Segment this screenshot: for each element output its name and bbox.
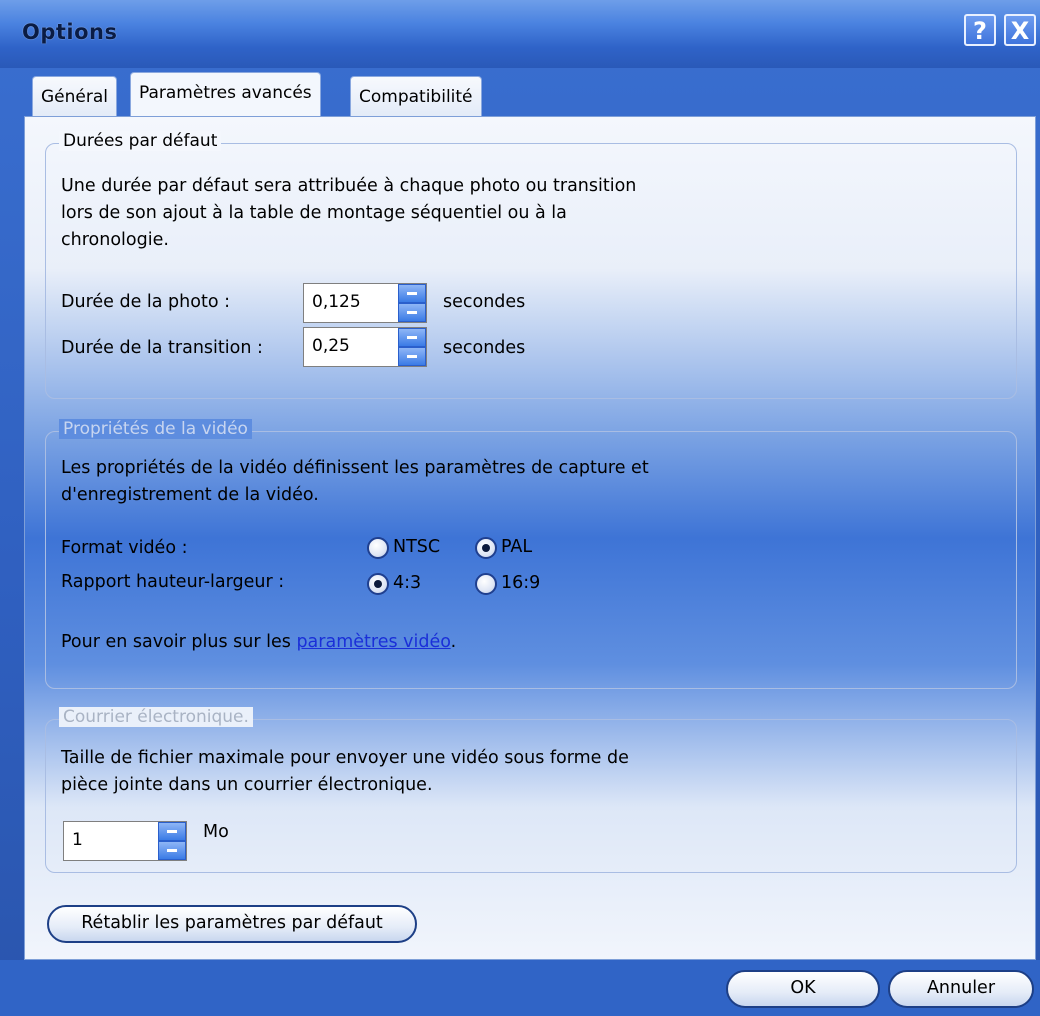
photo-duration-spinner[interactable]: 0,125	[303, 283, 427, 323]
spinner-up-icon[interactable]	[398, 284, 426, 303]
help-button[interactable]: ?	[964, 14, 996, 46]
close-button[interactable]: X	[1004, 14, 1036, 46]
video-desc-line2: d'enregistrement de la vidéo.	[61, 485, 319, 505]
dialog-button-bar: OK Annuler	[0, 960, 1040, 1016]
cancel-button[interactable]: Annuler	[888, 970, 1034, 1008]
transition-duration-label: Durée de la transition :	[61, 338, 263, 358]
tab-panel: Durées par défaut Une durée par défaut s…	[24, 116, 1036, 960]
learn-more-prefix: Pour en savoir plus sur les	[61, 632, 297, 652]
spinner-down-icon[interactable]	[398, 303, 426, 322]
photo-spinner-arrows	[398, 284, 426, 322]
transition-duration-spinner[interactable]: 0,25	[303, 327, 427, 367]
spinner-up-icon[interactable]	[158, 822, 186, 841]
max-size-spinner-arrows	[158, 822, 186, 860]
aspect-ratio-label: Rapport hauteur-largeur :	[61, 572, 285, 592]
max-size-value[interactable]: 1	[72, 830, 83, 850]
ntsc-label[interactable]: NTSC	[393, 537, 440, 557]
transition-spinner-arrows	[398, 328, 426, 366]
ratio-4-3-radio[interactable]	[367, 573, 389, 595]
spinner-down-icon[interactable]	[158, 841, 186, 860]
pal-label[interactable]: PAL	[501, 537, 532, 557]
video-settings-link[interactable]: paramètres vidéo	[296, 632, 450, 652]
video-format-label: Format vidéo :	[61, 538, 188, 558]
email-legend: Courrier électronique.	[59, 707, 253, 727]
durations-desc-line2: lors de son ajout à la table de montage …	[61, 203, 567, 223]
ok-button[interactable]: OK	[726, 970, 880, 1008]
photo-duration-value[interactable]: 0,125	[312, 292, 361, 312]
ntsc-radio[interactable]	[367, 537, 389, 559]
durations-legend: Durées par défaut	[59, 131, 222, 151]
video-learn-more: Pour en savoir plus sur les paramètres v…	[61, 629, 456, 656]
transition-duration-unit: secondes	[443, 338, 526, 358]
spinner-up-icon[interactable]	[398, 328, 426, 347]
window-title: Options	[22, 20, 118, 44]
tab-general[interactable]: Général	[32, 76, 117, 116]
options-dialog: Options ? X Général Paramètres avancés C…	[0, 0, 1040, 1016]
photo-duration-label: Durée de la photo :	[61, 292, 230, 312]
email-desc-line2: pièce jointe dans un courrier électroniq…	[61, 775, 433, 795]
tab-advanced[interactable]: Paramètres avancés	[130, 72, 321, 116]
pal-radio[interactable]	[475, 537, 497, 559]
reset-defaults-button[interactable]: Rétablir les paramètres par défaut	[47, 905, 417, 943]
photo-duration-unit: secondes	[443, 292, 526, 312]
durations-desc-line1: Une durée par défaut sera attribuée à ch…	[61, 176, 637, 196]
video-desc-line1: Les propriétés de la vidéo définissent l…	[61, 458, 649, 478]
video-legend: Propriétés de la vidéo	[59, 419, 252, 439]
title-bar: Options ? X	[0, 0, 1040, 68]
durations-desc-line3: chronologie.	[61, 230, 169, 250]
tab-compatibility[interactable]: Compatibilité	[350, 76, 482, 116]
max-size-unit: Mo	[203, 822, 229, 842]
spinner-down-icon[interactable]	[398, 347, 426, 366]
max-size-spinner[interactable]: 1	[63, 821, 187, 861]
ratio-16-9-label[interactable]: 16:9	[501, 573, 540, 593]
learn-more-suffix: .	[450, 632, 457, 652]
transition-duration-value[interactable]: 0,25	[312, 336, 350, 356]
ratio-4-3-label[interactable]: 4:3	[393, 573, 421, 593]
ratio-16-9-radio[interactable]	[475, 573, 497, 595]
email-desc-line1: Taille de fichier maximale pour envoyer …	[61, 748, 629, 768]
